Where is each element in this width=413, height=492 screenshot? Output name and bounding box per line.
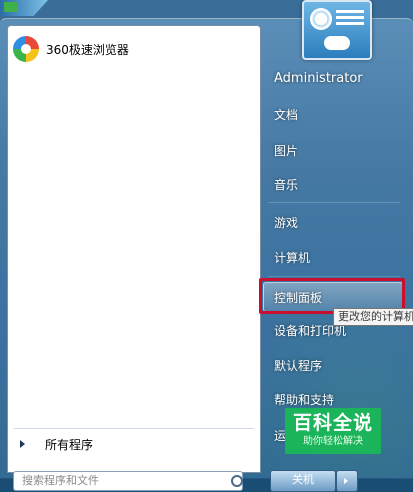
right-item-label: Administrator [274,70,363,86]
divider [14,428,254,429]
control-panel-tooltip: 更改您的计算机 [333,308,413,326]
all-programs-button[interactable]: 所有程序 [14,430,252,458]
right-item-user[interactable]: Administrator [264,64,404,92]
right-item-pictures[interactable]: 图片 [264,136,404,164]
360-browser-icon [13,36,39,62]
cloud-icon [324,36,350,50]
pinned-program-360-browser[interactable]: 360极速浏览器 [13,34,243,64]
user-picture-tile[interactable] [302,0,372,60]
watermark-title: 百科全说 [292,412,373,434]
gauge-icon [310,8,332,30]
right-item-music[interactable]: 音乐 [264,170,404,198]
right-item-label: 音乐 [274,177,299,192]
list-icon [336,10,364,28]
all-programs-label: 所有程序 [45,437,94,452]
search-icon[interactable] [231,475,243,487]
right-item-label: 帮助和支持 [274,392,335,407]
right-item-label: 游戏 [274,215,299,230]
separator [268,202,400,203]
right-item-label: 文档 [274,107,299,122]
right-item-label: 默认程序 [274,358,323,373]
pinned-program-label: 360极速浏览器 [46,42,129,57]
right-item-computer[interactable]: 计算机 [264,243,404,271]
right-item-games[interactable]: 游戏 [264,208,404,236]
watermark-subtitle: 助你轻松解决 [303,436,363,447]
programs-pane: 360极速浏览器 所有程序 [7,25,261,473]
right-item-label: 图片 [274,143,299,158]
separator [268,276,400,277]
shutdown-options-arrow-icon[interactable] [336,470,358,492]
watermark-logo: 百科全说 助你轻松解决 [285,408,381,454]
right-item-default-programs[interactable]: 默认程序 [264,351,404,379]
right-item-documents[interactable]: 文档 [264,100,404,128]
right-item-label: 计算机 [274,250,311,265]
shutdown-button[interactable]: 关机 [270,470,336,492]
triangle-right-icon [20,440,25,448]
search-input[interactable]: 搜索程序和文件 [13,471,243,491]
